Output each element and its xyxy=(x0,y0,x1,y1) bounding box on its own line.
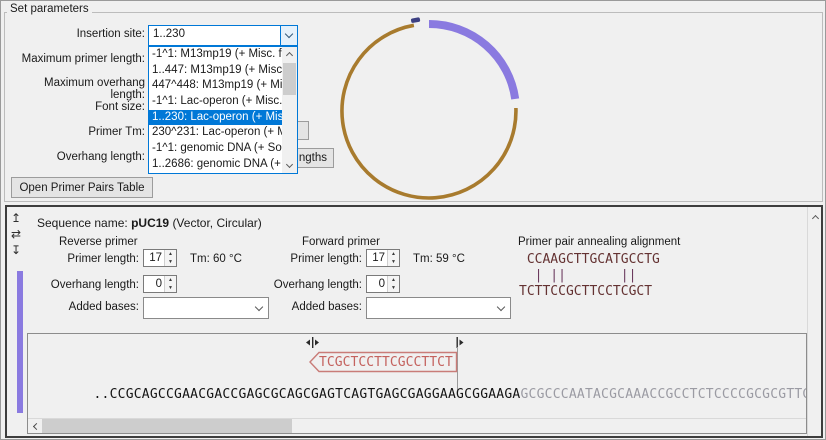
forward-overhang-length-label: Overhang length: xyxy=(230,279,362,291)
dropdown-item-selected[interactable]: 1..230: Lac-operon (+ Misc xyxy=(149,110,282,126)
scrollbar-thumb[interactable] xyxy=(42,419,292,433)
reverse-primer-length-spinner[interactable]: 17 ▲▼ xyxy=(143,249,177,267)
reverse-primer-heading: Reverse primer xyxy=(59,236,138,248)
forward-overhang-value[interactable]: 0 xyxy=(367,276,387,292)
spinner-down-icon[interactable]: ▼ xyxy=(388,284,399,292)
set-parameters-title: Set parameters xyxy=(7,3,92,15)
spinner-arrows[interactable]: ▲▼ xyxy=(387,276,399,292)
chevron-down-icon xyxy=(496,302,504,310)
forward-primer-tm: Tm: 59 °C xyxy=(413,253,465,265)
chevron-down-icon xyxy=(286,161,293,168)
combo-dropdown-button[interactable] xyxy=(280,26,297,45)
dropdown-item[interactable]: 1..447: M13mp19 (+ Misc. xyxy=(149,63,282,79)
spinner-arrows[interactable]: ▲▼ xyxy=(164,276,176,292)
spinner-down-icon[interactable]: ▼ xyxy=(165,284,176,292)
dropdown-item[interactable]: 447^448: M13mp19 (+ Mis xyxy=(149,78,282,94)
scrollbar-thumb[interactable] xyxy=(283,63,296,95)
spinner-down-icon[interactable]: ▼ xyxy=(388,258,399,266)
upstream-sequence: ..CCGCAGCCGAACGACCGAGCGCAGCGAGTCAGTGAGCG… xyxy=(93,387,520,402)
combo-dropdown-button[interactable] xyxy=(491,298,510,318)
spinner-down-icon[interactable]: ▼ xyxy=(165,258,176,266)
insertion-site-dropdown: -1^1: M13mp19 (+ Misc. fe 1..447: M13mp1… xyxy=(148,46,298,174)
chevron-down-icon xyxy=(285,30,293,38)
handle-right-arrow-icon xyxy=(315,340,319,346)
sequence-line: ..CCGCAGCCGAACGACCGAGCGCAGCGAGTCAGTGAGCG… xyxy=(29,372,807,417)
dropdown-item[interactable]: 1..2686: genomic DNA (+ S xyxy=(149,157,282,173)
insertion-site-combobox[interactable]: 1..230 xyxy=(148,25,298,46)
dropdown-item[interactable]: -1^1: genomic DNA (+ Sou xyxy=(149,141,282,157)
editor-toolbar: ↥ ⇄ ↧ xyxy=(8,211,24,257)
primer-editor-panel: ↥ ⇄ ↧ Sequence name: pUC19 (Vector, Circ… xyxy=(5,205,823,438)
panel-vertical-scrollbar[interactable] xyxy=(807,207,821,436)
handle-right-arrow-icon xyxy=(460,340,464,346)
primer-design-dialog: Set parameters Insertion site: Maximum p… xyxy=(0,0,826,440)
forward-added-bases-combobox[interactable] xyxy=(366,297,511,319)
sequence-type: (Vector, Circular) xyxy=(172,216,261,230)
reverse-overhang-value[interactable]: 0 xyxy=(144,276,164,292)
spinner-up-icon[interactable]: ▲ xyxy=(388,276,399,284)
annealing-top-sequence: CCAAGCTTGCATGCCTG xyxy=(519,252,660,267)
forward-added-bases-label: Added bases: xyxy=(230,301,362,313)
spinner-arrows[interactable]: ▲▼ xyxy=(164,250,176,266)
reverse-primer-length-value[interactable]: 17 xyxy=(144,250,164,266)
plasmid-marker xyxy=(411,17,421,23)
scroll-left-arrow[interactable] xyxy=(28,419,42,433)
forward-primer-heading: Forward primer xyxy=(302,236,380,248)
chevron-up-icon xyxy=(286,52,293,59)
dropdown-item[interactable]: 230^231: Lac-operon (+ M xyxy=(149,125,282,141)
forward-primer-length-value[interactable]: 17 xyxy=(367,250,387,266)
forward-primer-length-label: Primer length: xyxy=(230,253,362,265)
downstream-sequence: GCGCCCAATACGCAAACCGCCTCTCCCCGCGCGTTGGCCG… xyxy=(520,387,807,402)
chevron-up-icon xyxy=(811,214,818,221)
scroll-down-arrow[interactable] xyxy=(282,158,297,173)
sequence-name: pUC19 xyxy=(131,216,169,230)
reverse-primer-length-label: Primer length: xyxy=(7,253,139,265)
dropdown-item[interactable]: -1^1: Lac-operon (+ Misc. xyxy=(149,94,282,110)
forward-primer-length-spinner[interactable]: 17 ▲▼ xyxy=(366,249,400,267)
forward-overhang-spinner[interactable]: 0 ▲▼ xyxy=(366,275,400,293)
font-size-label: Font size: xyxy=(9,101,145,113)
sequence-name-label: Sequence name: xyxy=(37,216,128,230)
spinner-up-icon[interactable]: ▲ xyxy=(165,276,176,284)
clipped-lengths-button-label: ngths xyxy=(299,152,327,164)
primer-start-handle[interactable] xyxy=(306,337,319,348)
insertion-site-value: 1..230 xyxy=(149,26,280,45)
dropdown-scrollbar[interactable] xyxy=(282,47,297,173)
flip-strands-icon[interactable]: ⇄ xyxy=(11,227,21,241)
annealing-match-pipes: | || || xyxy=(519,268,636,283)
dropdown-item[interactable]: -1^1: M13mp19 (+ Misc. fe xyxy=(149,47,282,63)
expand-top-icon[interactable]: ↥ xyxy=(11,211,21,225)
max-overhang-length-label: Maximum overhang length: xyxy=(9,77,145,101)
sequence-view[interactable]: TCGCTCCTTCGCCTTCT ..CCGCAGCCGAACGACCGAGC… xyxy=(27,333,807,434)
reverse-overhang-length-label: Overhang length: xyxy=(7,279,139,291)
open-primer-pairs-table-label: Open Primer Pairs Table xyxy=(19,182,144,194)
annealing-bottom-sequence: TCTTCCGCTTCCTCGCT xyxy=(519,284,652,299)
spinner-arrows[interactable]: ▲▼ xyxy=(387,250,399,266)
reverse-added-bases-label: Added bases: xyxy=(7,301,139,313)
spinner-up-icon[interactable]: ▲ xyxy=(165,250,176,258)
scroll-up-arrow[interactable] xyxy=(282,47,297,62)
spinner-up-icon[interactable]: ▲ xyxy=(388,250,399,258)
annealing-alignment-title: Primer pair annealing alignment xyxy=(518,236,680,248)
forward-added-bases-value[interactable] xyxy=(367,298,491,318)
selected-region-bar xyxy=(17,271,23,413)
max-primer-length-label: Maximum primer length: xyxy=(9,53,145,65)
overhang-length-label: Overhang length: xyxy=(9,151,145,163)
plasmid-region-arc xyxy=(429,24,515,99)
primer-tm-label: Primer Tm: xyxy=(9,126,145,138)
reverse-primer-sequence: TCGCTCCTTCGCCTTCT xyxy=(319,355,453,370)
plasmid-map xyxy=(329,9,529,205)
handle-line xyxy=(312,337,313,348)
chevron-left-icon xyxy=(32,422,39,429)
handle-left-arrow-icon xyxy=(306,340,310,346)
open-primer-pairs-table-button[interactable]: Open Primer Pairs Table xyxy=(11,177,153,198)
reverse-overhang-spinner[interactable]: 0 ▲▼ xyxy=(143,275,177,293)
scroll-up-arrow[interactable] xyxy=(808,210,822,224)
insertion-site-label: Insertion site: xyxy=(9,28,145,40)
sequence-horizontal-scrollbar[interactable] xyxy=(28,418,806,433)
sequence-name-row: Sequence name: pUC19 (Vector, Circular) xyxy=(37,216,262,230)
